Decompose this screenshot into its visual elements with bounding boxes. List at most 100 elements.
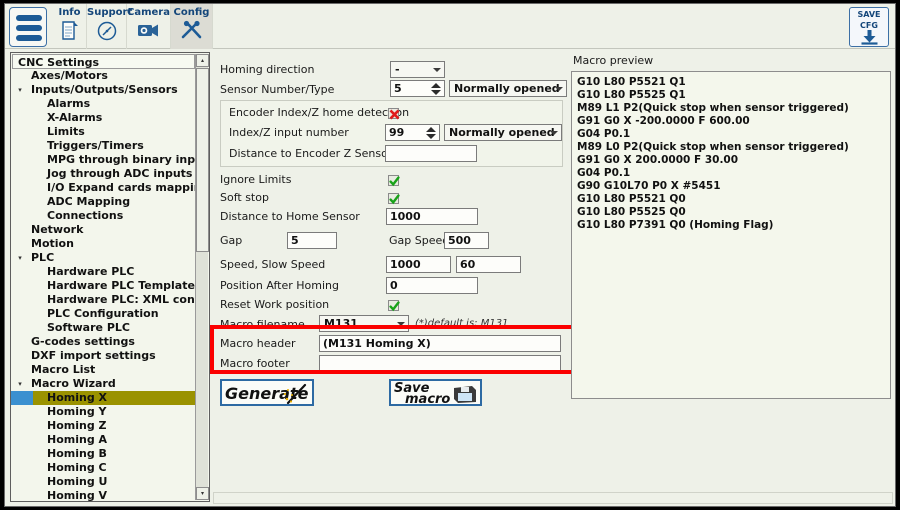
soft-stop-checkbox[interactable] xyxy=(388,193,399,204)
sidebar-item-i-o-expand-cards-mapping[interactable]: I/O Expand cards mapping xyxy=(11,181,196,195)
stepper-arrows-icon[interactable] xyxy=(431,82,442,96)
macro-filename-select[interactable]: M131 xyxy=(319,315,409,332)
sidebar-item-plc-configuration[interactable]: PLC Configuration xyxy=(11,307,196,321)
sidebar-item-label: Axes/Motors xyxy=(31,69,108,82)
floppy-disk-icon xyxy=(452,384,478,406)
tree-expander-icon[interactable]: ▾ xyxy=(15,377,25,391)
sidebar-item-limits[interactable]: Limits xyxy=(11,125,196,139)
scroll-up-arrow-icon[interactable]: ▴ xyxy=(196,54,209,67)
sensor-number-stepper[interactable]: 5 xyxy=(390,80,445,97)
sidebar-item-homing-z[interactable]: Homing Z xyxy=(11,419,196,433)
sidebar-item-homing-v[interactable]: Homing V xyxy=(11,489,196,501)
sidebar-item-hardware-plc-templates[interactable]: Hardware PLC Templates xyxy=(11,279,196,293)
tab-support[interactable]: Support xyxy=(87,4,127,49)
sidebar-item-connections[interactable]: Connections xyxy=(11,209,196,223)
sidebar-item-adc-mapping[interactable]: ADC Mapping xyxy=(11,195,196,209)
tab-info[interactable]: Info xyxy=(53,4,87,49)
macro-header-input[interactable]: (M131 Homing X) xyxy=(319,335,561,352)
sensor-number-value: 5 xyxy=(394,82,402,95)
sidebar-item-software-plc[interactable]: Software PLC xyxy=(11,321,196,335)
sidebar-item-mpg-through-binary-inputs[interactable]: MPG through binary inputs xyxy=(11,153,196,167)
speed-slow-speed-label: Speed, Slow Speed xyxy=(220,257,325,273)
generate-button[interactable]: Generate xyxy=(220,379,314,406)
sidebar-item-hardware-plc-xml-configs[interactable]: Hardware PLC: XML configs xyxy=(11,293,196,307)
scrollbar-thumb[interactable] xyxy=(196,68,209,252)
sidebar-item-label: Homing B xyxy=(47,447,107,460)
gap-input[interactable]: 5 xyxy=(287,232,337,249)
homing-direction-value: - xyxy=(395,63,400,76)
sidebar-item-dxf-import-settings[interactable]: DXF import settings xyxy=(11,349,196,363)
magic-wand-icon xyxy=(282,383,310,406)
save-cfg-button[interactable]: SAVE CFG xyxy=(849,7,889,47)
sidebar-item-label: Hardware PLC xyxy=(47,265,134,278)
distance-home-sensor-input[interactable]: 1000 xyxy=(386,208,478,225)
sidebar-item-homing-b[interactable]: Homing B xyxy=(11,447,196,461)
ignore-limits-checkbox[interactable] xyxy=(388,175,399,186)
gauge-icon xyxy=(87,20,126,42)
reset-work-position-checkbox[interactable] xyxy=(388,300,399,311)
homing-direction-label: Homing direction xyxy=(220,62,314,78)
sidebar-item-label: Homing Z xyxy=(47,419,107,432)
settings-tree[interactable]: CNC Settings Axes/Motors▾Inputs/Outputs/… xyxy=(10,52,210,502)
position-after-homing-input[interactable]: 0 xyxy=(386,277,478,294)
stepper-arrows-icon[interactable] xyxy=(426,126,437,140)
sidebar-item-axes-motors[interactable]: Axes/Motors xyxy=(11,69,196,83)
sidebar-item-jog-through-adc-inputs[interactable]: Jog through ADC inputs xyxy=(11,167,196,181)
sidebar-item-macro-list[interactable]: Macro List xyxy=(11,363,196,377)
sidebar-item-homing-x[interactable]: Homing X xyxy=(11,391,196,405)
tree-expander-icon[interactable]: ▾ xyxy=(15,251,25,265)
save-macro-label-2: macro xyxy=(405,392,450,406)
sidebar-item-alarms[interactable]: Alarms xyxy=(11,97,196,111)
macro-footer-input[interactable] xyxy=(319,355,561,372)
sidebar-item-label: X-Alarms xyxy=(47,111,102,124)
sidebar-item-plc[interactable]: ▾PLC xyxy=(11,251,196,265)
sidebar-item-label: Software PLC xyxy=(47,321,130,334)
sidebar-item-label: Network xyxy=(31,223,83,236)
tab-info-label: Info xyxy=(53,7,86,18)
distance-encoder-z-input[interactable] xyxy=(385,145,477,162)
sidebar-item-inputs-outputs-sensors[interactable]: ▾Inputs/Outputs/Sensors xyxy=(11,83,196,97)
sidebar-item-x-alarms[interactable]: X-Alarms xyxy=(11,111,196,125)
tree-scrollbar[interactable]: ▴ ▾ xyxy=(195,54,208,500)
macro-preview-text[interactable]: G10 L80 P5521 Q1G10 L80 P5525 Q1M89 L1 P… xyxy=(571,71,891,399)
gap-speed-input[interactable]: 500 xyxy=(444,232,489,249)
hamburger-menu-icon[interactable] xyxy=(9,7,47,47)
macro-header-label: Macro header xyxy=(220,336,296,352)
encoder-index-checkbox[interactable] xyxy=(388,108,399,119)
save-macro-button[interactable]: Save macro xyxy=(389,379,482,406)
scroll-down-arrow-icon[interactable]: ▾ xyxy=(196,487,209,500)
homing-direction-select[interactable]: - xyxy=(390,61,445,78)
sidebar-item-motion[interactable]: Motion xyxy=(11,237,196,251)
index-input-number-label: Index/Z input number xyxy=(229,125,349,141)
save-cfg-label-1: SAVE xyxy=(850,11,888,19)
sidebar-item-label: PLC Configuration xyxy=(47,307,159,320)
sidebar-item-network[interactable]: Network xyxy=(11,223,196,237)
tab-camera-label: Camera xyxy=(127,7,170,18)
sidebar-item-homing-a[interactable]: Homing A xyxy=(11,433,196,447)
tab-camera[interactable]: Camera xyxy=(127,4,171,49)
download-arrow-icon xyxy=(860,29,879,48)
tree-expander-icon[interactable]: ▾ xyxy=(15,83,25,97)
slow-speed-input[interactable]: 60 xyxy=(456,256,521,273)
sidebar-item-triggers-timers[interactable]: Triggers/Timers xyxy=(11,139,196,153)
sidebar-item-homing-u[interactable]: Homing U xyxy=(11,475,196,489)
distance-home-sensor-value: 1000 xyxy=(390,210,421,223)
sidebar-item-macro-wizard[interactable]: ▾Macro Wizard xyxy=(11,377,196,391)
tab-config[interactable]: Config xyxy=(171,4,213,49)
sidebar-item-hardware-plc[interactable]: Hardware PLC xyxy=(11,265,196,279)
sidebar-item-homing-c[interactable]: Homing C xyxy=(11,461,196,475)
speed-input[interactable]: 1000 xyxy=(386,256,451,273)
sidebar-item-homing-y[interactable]: Homing Y xyxy=(11,405,196,419)
sensor-type-select[interactable]: Normally opened xyxy=(449,80,567,97)
gap-value: 5 xyxy=(291,234,299,247)
index-input-type-select[interactable]: Normally opened xyxy=(444,124,562,141)
sidebar-item-label: G-codes settings xyxy=(31,335,135,348)
sensor-number-label: Sensor Number/Type xyxy=(220,82,334,98)
reset-work-position-label: Reset Work position xyxy=(220,297,329,313)
tools-icon xyxy=(171,20,212,40)
index-input-number-stepper[interactable]: 99 xyxy=(385,124,440,141)
macro-preview-line: M89 L0 P2(Quick stop when sensor trigger… xyxy=(577,141,885,154)
sidebar-item-g-codes-settings[interactable]: G-codes settings xyxy=(11,335,196,349)
tree-root-label[interactable]: CNC Settings xyxy=(12,54,195,69)
index-input-number-value: 99 xyxy=(389,126,404,139)
